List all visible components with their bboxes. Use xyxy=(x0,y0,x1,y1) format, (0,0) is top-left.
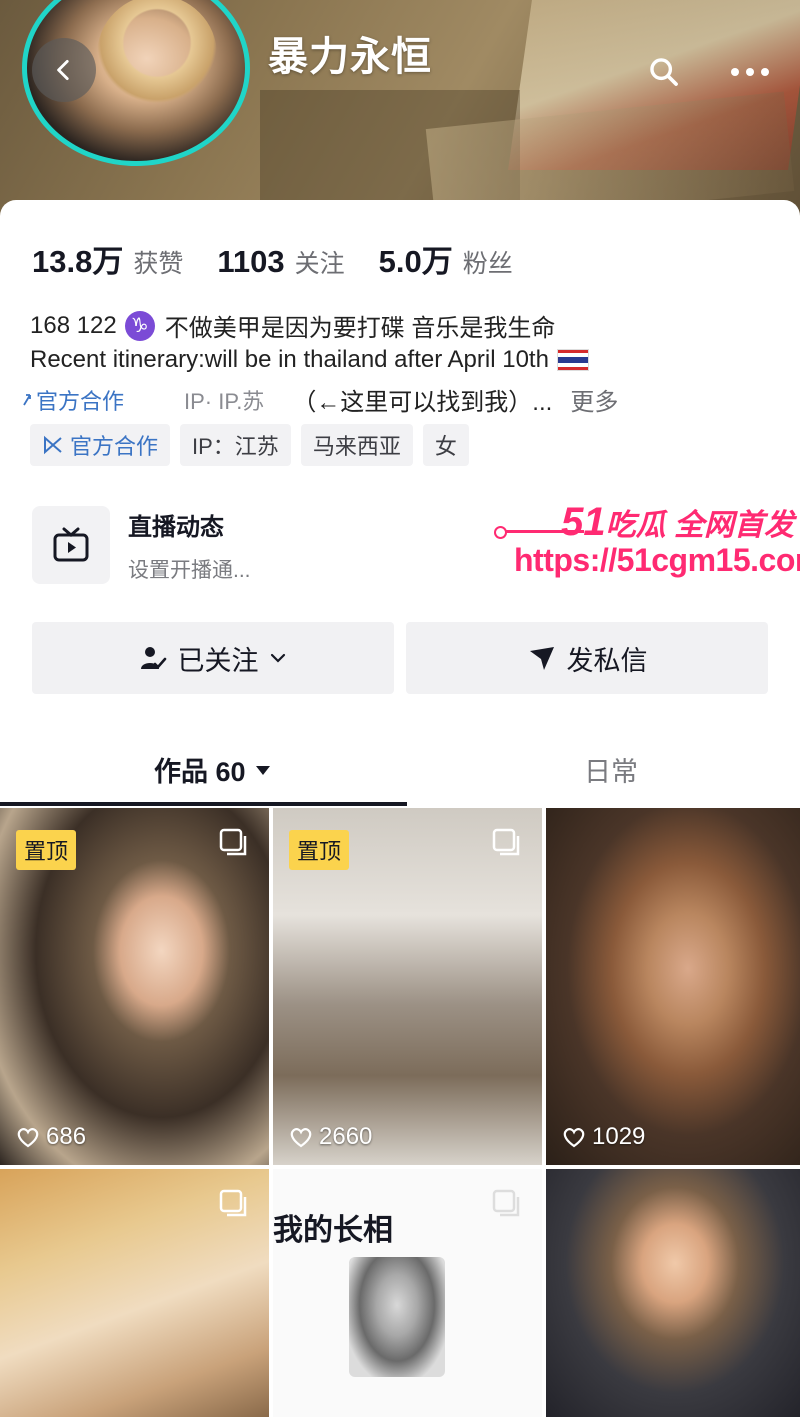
action-buttons: 已关注 发私信 xyxy=(32,622,768,694)
live-status-entry[interactable]: 直播动态 设置开播通... xyxy=(32,506,251,584)
dot-icon xyxy=(731,68,739,76)
heart-icon xyxy=(17,1128,39,1148)
video-thumbnail[interactable] xyxy=(0,1169,269,1417)
profile-stats: 13.8万 获赞 1103 关注 5.0万 粉丝 xyxy=(32,236,547,281)
tab-works-label: 作品 60 xyxy=(154,757,246,787)
like-count-value: 2660 xyxy=(319,1123,373,1150)
multi-image-icon xyxy=(492,828,520,856)
tag-official-coop-label: 官方合作 xyxy=(70,434,159,459)
stat-likes-value: 13.8万 xyxy=(32,244,124,279)
like-count: 686 xyxy=(16,1123,86,1151)
link-arrow-icon xyxy=(23,393,31,405)
watermark-number: 51 xyxy=(561,500,606,544)
bio-text-1: 不做美甲是因为要打碟 音乐是我生命 xyxy=(164,315,556,342)
stat-likes-label: 获赞 xyxy=(133,250,184,278)
bio-line-3[interactable]: 官方合作 IP· IP.苏 （←这里可以找到我）... 更多 xyxy=(22,382,618,417)
user-check-icon xyxy=(140,647,166,669)
tag-ip: IP：江苏 xyxy=(180,424,291,466)
profile-username: 暴力永恒 xyxy=(268,35,432,79)
video-thumbnail[interactable]: 1029 xyxy=(546,808,800,1165)
bio-line-2: Recent itinerary:will be in thailand aft… xyxy=(30,346,589,374)
like-count: 2660 xyxy=(289,1123,372,1151)
live-text: 直播动态 设置开播通... xyxy=(128,507,251,584)
dot-icon xyxy=(746,68,754,76)
video-grid: 置顶 686 置顶 2660 1029 我的长相 xyxy=(0,808,800,1417)
stat-followers-value: 5.0万 xyxy=(378,244,453,279)
bio-find-text: （←这里可以找到我）... xyxy=(292,389,553,416)
stat-followers-label: 粉丝 xyxy=(462,250,513,278)
stat-following-value: 1103 xyxy=(217,244,285,279)
stat-followers[interactable]: 5.0万 粉丝 xyxy=(379,236,513,281)
bio-line-1: 168 122 ♑ 不做美甲是因为要打碟 音乐是我生命 xyxy=(30,308,555,343)
stat-likes[interactable]: 13.8万 获赞 xyxy=(32,236,183,281)
live-subtitle: 设置开播通... xyxy=(128,558,251,582)
watermark-slogan: 吃瓜 全网首发 xyxy=(605,509,794,542)
thailand-flag-icon xyxy=(556,349,589,371)
dot-icon xyxy=(761,68,769,76)
more-options-button[interactable] xyxy=(724,48,776,96)
bio-more-link[interactable]: 更多 xyxy=(570,382,618,417)
video-thumbnail[interactable] xyxy=(546,1169,800,1417)
following-button[interactable]: 已关注 xyxy=(32,622,394,694)
live-title: 直播动态 xyxy=(128,513,224,541)
tab-works[interactable]: 作品 60 xyxy=(154,750,274,789)
bio-ip-text: IP· IP.苏 xyxy=(184,388,265,414)
back-button[interactable] xyxy=(32,38,96,102)
live-tv-icon xyxy=(32,506,110,584)
search-icon xyxy=(650,58,678,86)
tag-location: 马来西亚 xyxy=(300,424,413,466)
heart-icon xyxy=(563,1128,585,1148)
video-thumbnail[interactable]: 置顶 2660 xyxy=(273,808,542,1165)
tab-active-indicator xyxy=(0,802,407,806)
profile-tags: 官方合作 IP：江苏 马来西亚 女 xyxy=(30,424,469,466)
thumbnail-photo xyxy=(349,1257,445,1377)
video-thumbnail[interactable]: 置顶 686 xyxy=(0,808,269,1165)
thumbnail-caption: 我的长相 xyxy=(273,1214,393,1247)
multi-image-icon xyxy=(492,1189,520,1217)
official-coop-icon xyxy=(44,435,62,455)
watermark-title: 51吃瓜 全网首发 xyxy=(561,500,794,545)
message-button[interactable]: 发私信 xyxy=(406,622,768,694)
chevron-down-icon xyxy=(270,653,285,663)
tag-official-coop[interactable]: 官方合作 xyxy=(30,424,171,466)
site-watermark: 51吃瓜 全网首发 https://51cgm15.com xyxy=(494,500,800,600)
official-coop-link[interactable]: 官方合作 xyxy=(22,384,124,416)
search-button[interactable] xyxy=(640,48,688,96)
avatar-face xyxy=(97,0,217,115)
following-label: 已关注 xyxy=(177,645,259,676)
capricorn-icon: ♑ xyxy=(124,310,155,341)
video-thumbnail[interactable]: 我的长相 xyxy=(273,1169,542,1417)
tag-gender: 女 xyxy=(422,424,469,466)
bio-text-2: Recent itinerary:will be in thailand aft… xyxy=(30,346,549,373)
multi-image-icon xyxy=(219,828,247,856)
content-tabs: 作品 60 日常 xyxy=(0,730,800,806)
caret-down-icon xyxy=(255,765,270,775)
pinned-badge: 置顶 xyxy=(289,830,350,870)
official-coop-text: 官方合作 xyxy=(36,388,125,414)
stat-following-label: 关注 xyxy=(294,250,345,278)
like-count-value: 1029 xyxy=(592,1123,646,1150)
watermark-url: https://51cgm15.com xyxy=(514,542,800,578)
like-count: 1029 xyxy=(562,1123,645,1151)
like-count-value: 686 xyxy=(46,1123,87,1150)
chevron-left-icon xyxy=(57,59,69,81)
multi-image-icon xyxy=(219,1189,247,1217)
stat-following[interactable]: 1103 关注 xyxy=(217,244,344,280)
send-icon xyxy=(529,647,554,670)
message-label: 发私信 xyxy=(566,645,648,676)
bio-numbers: 168 122 xyxy=(30,311,117,339)
tab-daily[interactable]: 日常 xyxy=(584,750,638,789)
pinned-badge: 置顶 xyxy=(16,830,77,870)
heart-icon xyxy=(290,1128,312,1148)
